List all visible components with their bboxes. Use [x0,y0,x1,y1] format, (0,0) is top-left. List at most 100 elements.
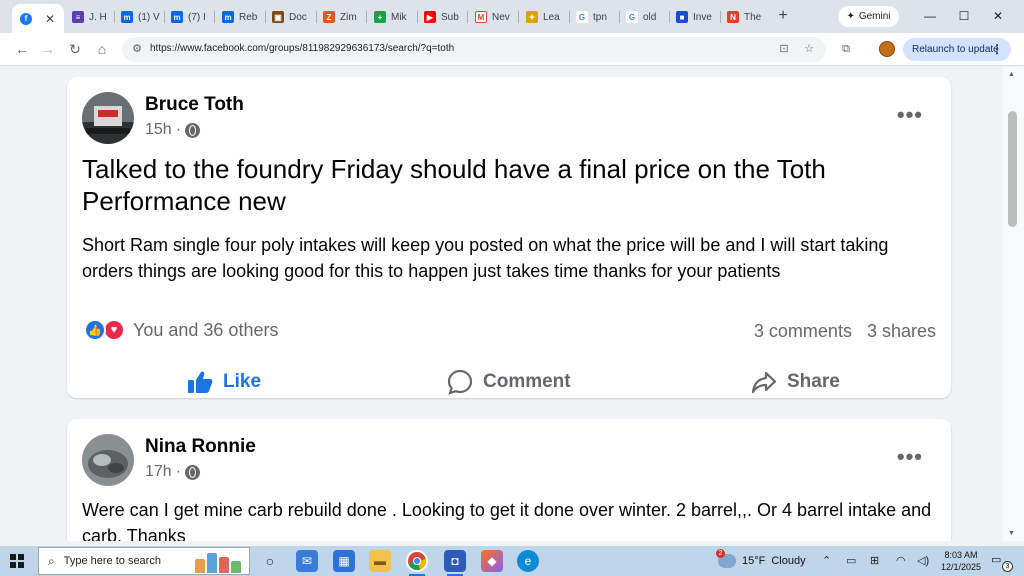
tab-item[interactable]: m (7) I [171,6,211,28]
new-tab-button[interactable]: + [774,6,792,26]
arrow-right-icon: → [41,41,55,57]
page-content: Bruce Toth 15h · ••• Talked to the found… [0,67,1024,541]
tab-item[interactable]: G tpn [576,6,616,28]
page-scrollbar[interactable]: ▲ ▼ [1003,67,1024,541]
back-button[interactable]: ← [12,39,32,59]
shares-count[interactable]: 3 shares [867,321,936,342]
bookmark-star-icon[interactable]: ☆ [802,42,816,56]
minimize-button[interactable]: — [916,6,944,26]
meta-icon: m [171,11,183,23]
post-time[interactable]: 15h [145,121,172,139]
close-tab-icon[interactable]: ✕ [45,12,55,26]
home-button[interactable]: ⌂ [92,39,112,59]
news-icon: N [727,11,739,23]
install-app-icon[interactable]: ⊡ [777,42,791,56]
meta-icon: m [222,11,234,23]
share-button[interactable]: Share [751,357,840,407]
search-highlight-illustration [195,549,247,573]
tab-item[interactable]: ■ Inve [676,6,718,28]
wifi-icon[interactable]: ◠ [896,554,906,567]
leaf-icon: ✦ [526,11,538,23]
tab-item[interactable]: ▣ Doc [272,6,312,28]
post-body: Were can I get mine carb rebuild done . … [82,500,932,541]
tab-item[interactable]: m (1) V [121,6,161,28]
comments-count[interactable]: 3 comments [754,321,852,342]
like-button[interactable]: Like [187,357,261,407]
scroll-thumb[interactable] [1008,111,1017,227]
comment-bubble-icon [447,369,473,395]
post-author[interactable]: Nina Ronnie [145,436,256,458]
post-card: Bruce Toth 15h · ••• Talked to the found… [67,77,951,398]
windows-start-icon[interactable] [10,554,24,568]
youtube-icon: ▶ [424,11,436,23]
tab-facebook[interactable]: f ✕ [12,4,64,33]
tab-item[interactable]: G old [626,6,666,28]
tab-item[interactable]: M Nev [475,6,515,28]
shop-icon: Z [323,11,335,23]
tab-item[interactable]: Z Zim [323,6,363,28]
relaunch-button[interactable]: Relaunch to update ⋮ [903,38,1011,61]
url-text[interactable]: https://www.facebook.com/groups/81198292… [150,43,454,54]
site-info-icon[interactable]: ⚙ [130,42,144,56]
post-card: Nina Ronnie 17h · ••• Were can I get min… [67,419,951,541]
gemini-button[interactable]: ✦ Gemini [838,6,899,27]
post-meta: 17h · [145,463,201,481]
address-bar[interactable]: ⚙ https://www.facebook.com/groups/811982… [122,37,826,62]
scroll-down-arrow-icon[interactable]: ▼ [1008,530,1015,537]
file-explorer-icon[interactable]: ▬ [369,550,391,572]
tab-item[interactable]: N The [727,6,767,28]
engagement-counts: 3 comments 3 shares [754,321,936,342]
chrome-icon[interactable] [406,550,428,576]
maximize-button[interactable]: ☐ [950,6,978,26]
more-options-icon[interactable]: ••• [897,444,923,470]
network-device-icon[interactable]: ⊞ [870,554,879,567]
google-icon: G [626,11,638,23]
tab-item[interactable]: ≡ J. H [72,6,112,28]
edge-icon[interactable]: e [517,550,539,572]
post-body: Short Ram single four poly intakes will … [82,235,889,281]
taskbar-search[interactable]: ⌕ Type here to search [38,547,250,575]
forward-button[interactable]: → [38,39,58,59]
avatar[interactable] [82,434,134,486]
volume-icon[interactable]: ◁) [917,554,929,567]
doc-icon: ≡ [72,11,84,23]
post-author[interactable]: Bruce Toth [145,94,244,116]
tab-search-icon[interactable]: ⧉ [838,41,854,57]
post-meta: 15h · [145,121,201,139]
arrow-left-icon: ← [15,41,29,57]
post-headline: Talked to the foundry Friday should have… [82,154,826,216]
battery-icon[interactable]: ▭ [846,554,856,567]
sparkle-icon: ✦ [846,11,855,22]
tab-item[interactable]: + Mik [374,6,414,28]
menu-dots-icon[interactable]: ⋮ [991,42,1003,56]
reaction-summary[interactable]: 👍 ♥ You and 36 others [84,319,278,341]
avatar[interactable] [82,92,134,144]
outlook-icon[interactable]: ✉ [296,550,318,572]
tab-item[interactable]: ▶ Sub [424,6,464,28]
more-options-icon[interactable]: ••• [897,102,923,128]
tab-item[interactable]: ✦ Lea [526,6,566,28]
google-icon: G [576,11,588,23]
scroll-up-arrow-icon[interactable]: ▲ [1008,71,1015,78]
profile-avatar[interactable] [879,41,895,57]
post-time[interactable]: 17h [145,463,172,481]
system-clock[interactable]: 8:03 AM 12/1/2025 [938,549,984,573]
briefcase-icon: ▣ [272,11,284,23]
chevron-up-icon[interactable]: ⌃ [822,554,831,567]
comment-button[interactable]: Comment [447,357,571,407]
gmail-icon: M [475,11,487,23]
store-icon[interactable]: ▦ [333,550,355,572]
copilot-icon[interactable]: ◆ [481,550,503,572]
like-reaction-icon: 👍 [84,319,106,341]
close-window-button[interactable]: ✕ [984,6,1012,26]
love-reaction-icon: ♥ [103,319,125,341]
browser-toolbar: ← → ↻ ⌂ ⚙ https://www.facebook.com/group… [0,33,1024,66]
camera-icon: ■ [676,11,688,23]
tab-item[interactable]: m Reb [222,6,262,28]
reload-button[interactable]: ↻ [65,39,85,59]
notification-icon[interactable]: ▭ 3 [991,553,1013,572]
zoom-app-icon[interactable]: ◘ [444,550,466,576]
post-actions: Like Comment Share [67,357,951,407]
weather-widget[interactable]: 2 15°F Cloudy [716,549,806,568]
task-view-icon[interactable]: ○ [259,550,281,572]
